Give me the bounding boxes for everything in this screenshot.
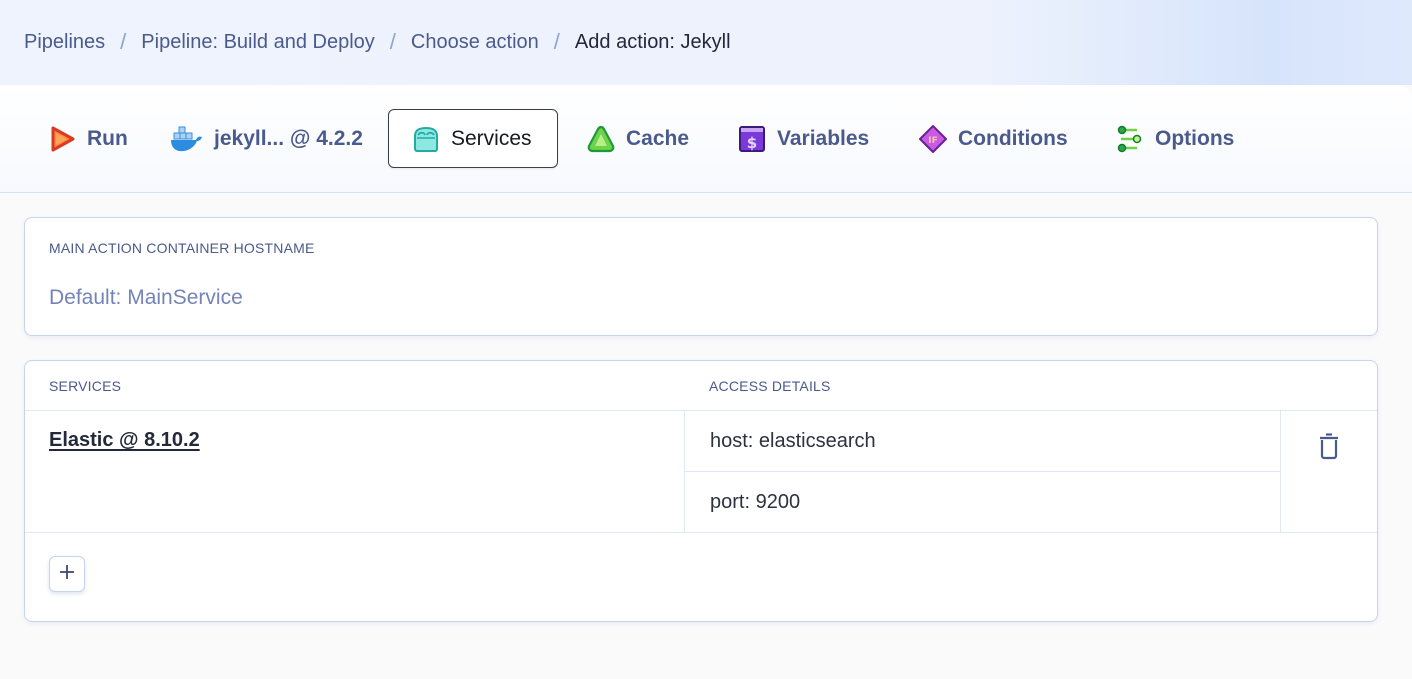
options-sliders-icon	[1115, 124, 1145, 154]
service-link[interactable]: Elastic @ 8.10.2	[49, 429, 200, 452]
tab-options[interactable]: Options	[1092, 109, 1257, 168]
tab-docker-image[interactable]: jekyll... @ 4.2.2	[147, 109, 386, 168]
plus-icon	[59, 564, 75, 585]
tab-conditions[interactable]: IF Conditions	[895, 109, 1091, 168]
breadcrumb-pipelines[interactable]: Pipelines	[24, 31, 105, 54]
tab-label: jekyll... @ 4.2.2	[214, 126, 363, 150]
cache-triangle-icon	[586, 124, 616, 154]
docker-icon	[170, 124, 204, 154]
play-icon	[47, 124, 77, 154]
trash-icon	[1317, 432, 1341, 465]
services-card: SERVICES ACCESS DETAILS Elastic @ 8.10.2…	[24, 360, 1378, 622]
conditions-if-icon: IF	[918, 124, 948, 154]
breadcrumb-pipeline[interactable]: Pipeline: Build and Deploy	[141, 31, 375, 54]
tab-label: Cache	[626, 126, 690, 150]
access-port: port: 9200	[685, 471, 1280, 532]
column-header-services: SERVICES	[49, 378, 122, 394]
tab-variables[interactable]: $ Variables	[714, 109, 892, 168]
tab-label: Variables	[777, 126, 870, 150]
table-row: Elastic @ 8.10.2 host: elasticsearch por…	[25, 411, 1377, 533]
access-host: host: elasticsearch	[710, 429, 876, 452]
breadcrumb-separator: /	[120, 29, 127, 54]
svg-text:IF: IF	[928, 136, 938, 146]
svg-text:$: $	[747, 134, 757, 152]
column-header-access-details: ACCESS DETAILS	[709, 378, 831, 394]
header: Pipelines / Pipeline: Build and Deploy /…	[0, 0, 1412, 85]
breadcrumb-separator: /	[389, 29, 396, 54]
access-details: host: elasticsearch port: 9200	[684, 411, 1281, 532]
tab-label: Run	[87, 126, 128, 150]
tab-bar: Run jekyll... @ 4.2.2 Services Cache $ V…	[0, 85, 1412, 193]
tab-run[interactable]: Run	[24, 109, 151, 168]
variables-dollar-icon: $	[737, 124, 767, 154]
tab-cache[interactable]: Cache	[563, 109, 712, 168]
services-block-icon	[411, 124, 441, 154]
breadcrumb-current: Add action: Jekyll	[574, 30, 731, 53]
hostname-card: MAIN ACTION CONTAINER HOSTNAME	[24, 217, 1378, 336]
breadcrumb-choose-action[interactable]: Choose action	[411, 31, 539, 54]
hostname-label: MAIN ACTION CONTAINER HOSTNAME	[49, 240, 315, 256]
tab-label: Conditions	[958, 126, 1068, 150]
tab-label: Services	[451, 126, 532, 150]
breadcrumb-separator: /	[553, 29, 560, 54]
hostname-input[interactable]	[49, 284, 649, 312]
services-table-header: SERVICES ACCESS DETAILS	[25, 361, 1377, 411]
tab-services[interactable]: Services	[388, 109, 558, 168]
breadcrumb: Pipelines / Pipeline: Build and Deploy /…	[24, 29, 731, 54]
delete-service-button[interactable]	[1315, 431, 1343, 465]
tab-label: Options	[1155, 126, 1235, 150]
add-service-button[interactable]	[49, 556, 85, 592]
